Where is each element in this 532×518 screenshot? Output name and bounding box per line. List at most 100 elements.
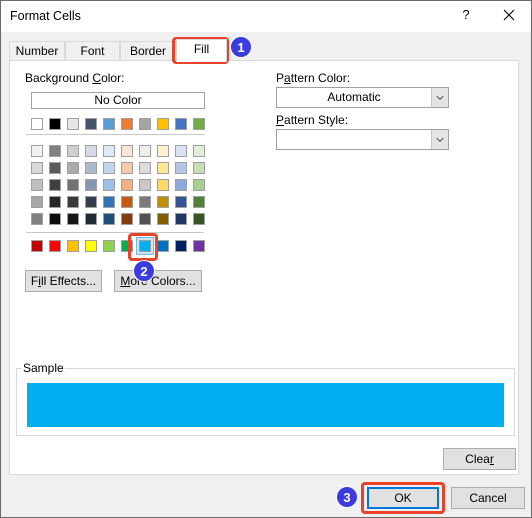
tab-fill[interactable]: Fill [176, 39, 227, 62]
color-swatch[interactable] [193, 162, 205, 174]
color-swatch[interactable] [31, 196, 43, 208]
color-swatch[interactable] [175, 118, 187, 130]
color-swatch[interactable] [85, 240, 97, 252]
color-swatch[interactable] [103, 240, 115, 252]
tab-font[interactable]: Font [65, 41, 120, 61]
color-swatch[interactable] [121, 118, 133, 130]
color-swatch[interactable] [49, 145, 61, 157]
color-swatch[interactable] [139, 145, 151, 157]
color-swatch[interactable] [85, 145, 97, 157]
color-swatch[interactable] [67, 118, 79, 130]
chevron-down-icon[interactable] [431, 88, 448, 107]
color-swatch[interactable] [103, 118, 115, 130]
pattern-color-dropdown[interactable]: Automatic [276, 87, 449, 108]
color-swatch[interactable] [103, 145, 115, 157]
fill-panel: Background Color: No Color Fill Effects.… [9, 60, 519, 475]
color-swatch[interactable] [175, 213, 187, 225]
color-swatch[interactable] [157, 196, 169, 208]
color-swatch[interactable] [175, 240, 187, 252]
color-swatch[interactable] [121, 162, 133, 174]
cancel-button[interactable]: Cancel [451, 487, 525, 509]
clear-button[interactable]: Clear [443, 448, 516, 470]
close-icon[interactable] [501, 7, 517, 23]
color-swatch[interactable] [157, 240, 169, 252]
color-swatch[interactable] [193, 118, 205, 130]
step-badge-1: 1 [230, 36, 252, 58]
sample-label: Sample [22, 361, 65, 375]
color-swatch[interactable] [139, 213, 151, 225]
color-swatch[interactable] [193, 179, 205, 191]
tab-label: Fill [193, 42, 210, 56]
color-swatch[interactable] [85, 179, 97, 191]
color-swatch[interactable] [31, 213, 43, 225]
tab-label: Border [129, 44, 167, 58]
color-swatch[interactable] [31, 162, 43, 174]
color-swatch[interactable] [67, 162, 79, 174]
color-swatch[interactable] [121, 179, 133, 191]
color-swatch[interactable] [121, 145, 133, 157]
color-swatch[interactable] [175, 196, 187, 208]
color-swatch[interactable] [121, 213, 133, 225]
color-swatch[interactable] [67, 196, 79, 208]
color-swatch[interactable] [193, 196, 205, 208]
pattern-color-label: Pattern Color: [276, 71, 351, 85]
color-swatch[interactable] [67, 145, 79, 157]
pattern-style-dropdown[interactable] [276, 129, 449, 150]
color-swatch[interactable] [85, 162, 97, 174]
color-swatch[interactable] [31, 179, 43, 191]
color-swatch[interactable] [31, 240, 43, 252]
color-swatch[interactable] [85, 213, 97, 225]
chevron-down-icon[interactable] [431, 130, 448, 149]
separator [26, 232, 204, 233]
highlight-ok-button [361, 482, 445, 514]
tab-number[interactable]: Number [9, 41, 65, 61]
color-swatch[interactable] [31, 145, 43, 157]
color-swatch[interactable] [49, 162, 61, 174]
color-swatch[interactable] [103, 213, 115, 225]
color-swatch[interactable] [193, 240, 205, 252]
color-swatch[interactable] [175, 179, 187, 191]
tab-label: Font [80, 44, 105, 58]
highlight-selected-color [128, 233, 158, 261]
tab-border[interactable]: Border [120, 41, 176, 61]
color-swatch[interactable] [49, 179, 61, 191]
color-swatch[interactable] [139, 196, 151, 208]
color-swatch[interactable] [175, 145, 187, 157]
color-swatch[interactable] [85, 196, 97, 208]
help-button[interactable]: ? [459, 7, 473, 22]
color-swatch[interactable] [31, 118, 43, 130]
color-swatch[interactable] [157, 145, 169, 157]
color-swatch[interactable] [157, 162, 169, 174]
color-swatch[interactable] [49, 196, 61, 208]
color-swatch[interactable] [67, 240, 79, 252]
pattern-style-label: Pattern Style: [276, 113, 349, 127]
color-swatch[interactable] [49, 118, 61, 130]
fill-effects-button[interactable]: Fill Effects... [25, 270, 102, 292]
color-swatch[interactable] [85, 118, 97, 130]
color-swatch[interactable] [103, 162, 115, 174]
color-swatch[interactable] [157, 179, 169, 191]
format-cells-dialog: Format Cells ? Number Font Border Fill B… [0, 0, 532, 518]
color-swatch[interactable] [67, 213, 79, 225]
color-swatch[interactable] [193, 213, 205, 225]
color-swatch[interactable] [103, 179, 115, 191]
color-swatch[interactable] [139, 162, 151, 174]
color-swatch[interactable] [175, 162, 187, 174]
more-colors-button[interactable]: More Colors... [114, 270, 202, 292]
color-swatch[interactable] [157, 118, 169, 130]
no-color-button[interactable]: No Color [31, 92, 205, 109]
step-badge-2: 2 [133, 260, 155, 282]
color-swatch[interactable] [157, 213, 169, 225]
color-swatch[interactable] [49, 240, 61, 252]
title-bar: Format Cells ? [1, 1, 531, 32]
separator [26, 134, 204, 135]
color-swatch[interactable] [139, 118, 151, 130]
color-swatch[interactable] [67, 179, 79, 191]
sample-preview [27, 383, 504, 427]
color-swatch[interactable] [49, 213, 61, 225]
pattern-color-value: Automatic [327, 90, 381, 104]
color-swatch[interactable] [103, 196, 115, 208]
color-swatch[interactable] [121, 196, 133, 208]
color-swatch[interactable] [139, 179, 151, 191]
color-swatch[interactable] [193, 145, 205, 157]
